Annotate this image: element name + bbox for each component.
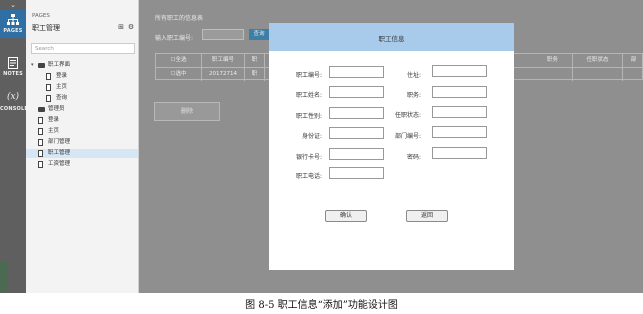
search-label: 输入职工编号: [155, 35, 194, 42]
panel-caption: PAGES [32, 13, 50, 19]
id-card-field[interactable] [329, 127, 384, 139]
page-icon [38, 117, 43, 124]
address-field[interactable] [432, 65, 487, 77]
page-search-input[interactable]: Search [31, 43, 135, 54]
tree-item-page[interactable]: 主页 [26, 83, 138, 92]
password-label: 密码: [406, 154, 421, 161]
sitemap-icon [7, 14, 19, 25]
tree-item-label: 查询 [56, 95, 68, 101]
employee-info-dialog: 职工信息 职工编号: 职工姓名: 职工性别: 身份证: 银行卡号: 职工电话: … [269, 23, 514, 270]
id-card-label: 身份证: [301, 133, 322, 140]
tree-item-page[interactable]: 登录 [26, 72, 138, 81]
employee-gender-field[interactable] [329, 107, 384, 119]
app-frame: ⌄ PAGES NOTES (x) CONSOLE PAGES 职工管理 ⊞ ⚙… [0, 0, 643, 293]
folder-icon [38, 107, 45, 112]
tree-item-label: 主页 [48, 128, 60, 134]
tree-item-folder[interactable]: ▾ 职工界面 [26, 61, 138, 70]
notes-tab[interactable]: NOTES [0, 53, 26, 81]
project-title: 职工管理 [32, 24, 60, 32]
table-header-cell[interactable]: ☐全选 [156, 54, 202, 67]
employee-id-label: 职工编号: [295, 72, 322, 79]
page-icon [46, 95, 51, 102]
table-cell: 20172714 [202, 68, 245, 81]
employee-name-label: 职工姓名: [295, 92, 322, 99]
table-header-cell: 职务 [533, 54, 573, 67]
tree-item-folder[interactable]: 管理员 [26, 105, 138, 114]
pages-tab-label: PAGES [3, 28, 23, 34]
table-cell [533, 68, 573, 81]
tree-item-label: 登录 [56, 73, 68, 79]
back-button[interactable]: 返回 [406, 210, 448, 222]
expand-caret-icon[interactable]: ▾ [31, 61, 34, 70]
employment-status-field[interactable] [432, 106, 487, 118]
confirm-button[interactable]: 确认 [325, 210, 367, 222]
notes-icon [8, 57, 18, 69]
figure-caption: 图 8-5 职工信息“添加”功能设计图 [245, 300, 398, 311]
page-icon [38, 139, 43, 146]
employee-gender-label: 职工性别: [295, 113, 322, 120]
password-field[interactable] [432, 147, 487, 159]
table-header-cell: 任职状态 [573, 54, 623, 67]
tree-item-label: 管理员 [48, 106, 65, 112]
pages-tab[interactable]: PAGES [0, 10, 26, 38]
table-cell: 职 [245, 68, 265, 81]
dialog-header: 职工信息 [269, 23, 514, 51]
page-icon [46, 73, 51, 80]
tree-item-label: 登录 [48, 117, 60, 123]
tree-item-page[interactable]: 部门管理 [26, 138, 138, 147]
tree-item-page[interactable]: 查询 [26, 94, 138, 103]
position-field[interactable] [432, 86, 487, 98]
side-accent-strip [0, 262, 7, 291]
employee-phone-field[interactable] [329, 167, 384, 179]
bank-card-label: 银行卡号: [295, 154, 322, 161]
variable-icon: (x) [6, 92, 20, 102]
table-cell [573, 68, 623, 81]
folder-icon [38, 63, 45, 68]
notes-tab-label: NOTES [3, 71, 23, 77]
table-header-cell: 职工编号 [202, 54, 245, 67]
canvas-heading: 所有职工的信息表 [155, 15, 204, 22]
collapse-chevron-icon[interactable]: ⌄ [7, 2, 19, 9]
employment-status-label: 任职状态: [394, 112, 421, 119]
tree-item-label: 工资管理 [48, 161, 71, 167]
bank-card-field[interactable] [329, 148, 384, 160]
left-icon-bar: ⌄ PAGES NOTES (x) CONSOLE [0, 0, 28, 293]
employee-name-field[interactable] [329, 86, 384, 98]
page-icon [38, 150, 43, 157]
tree-item-page[interactable]: 工资管理 [26, 160, 138, 169]
address-label: 住址: [406, 72, 421, 79]
table-header-cell: 职 [245, 54, 265, 67]
table-cell[interactable]: ☐选中 [156, 68, 202, 81]
employee-id-field[interactable] [329, 66, 384, 78]
tree-item-label: 职工管理 [48, 150, 71, 156]
tree-item-page[interactable]: 主页 [26, 127, 138, 136]
tree-item-label: 部门管理 [48, 139, 71, 145]
page-icon [38, 128, 43, 135]
tree-item-page[interactable]: 登录 [26, 116, 138, 125]
pages-panel: PAGES 职工管理 ⊞ ⚙ Search ▾ 职工界面 登录 主页 查询 管理… [26, 0, 139, 293]
delete-button[interactable]: 删除 [154, 102, 220, 121]
table-header-cell: 部 [630, 57, 637, 63]
tree-item-label: 主页 [56, 84, 68, 90]
console-tab[interactable]: (x) CONSOLE [0, 88, 28, 116]
dialog-title: 职工信息 [378, 35, 405, 43]
department-id-field[interactable] [432, 126, 487, 138]
page-icon [46, 84, 51, 91]
tree-item-page-selected[interactable]: 职工管理 [26, 149, 138, 158]
query-button[interactable]: 查询 [249, 29, 269, 40]
page-icon [38, 161, 43, 168]
employee-id-search-input[interactable] [202, 29, 244, 40]
settings-icon[interactable]: ⚙ [127, 23, 135, 31]
department-id-label: 部门编号: [394, 133, 421, 140]
console-tab-label: CONSOLE [0, 106, 28, 112]
employee-phone-label: 职工电话: [295, 173, 322, 180]
position-label: 职务: [406, 92, 421, 99]
tree-item-label: 职工界面 [48, 62, 71, 68]
add-page-icon[interactable]: ⊞ [117, 23, 125, 31]
